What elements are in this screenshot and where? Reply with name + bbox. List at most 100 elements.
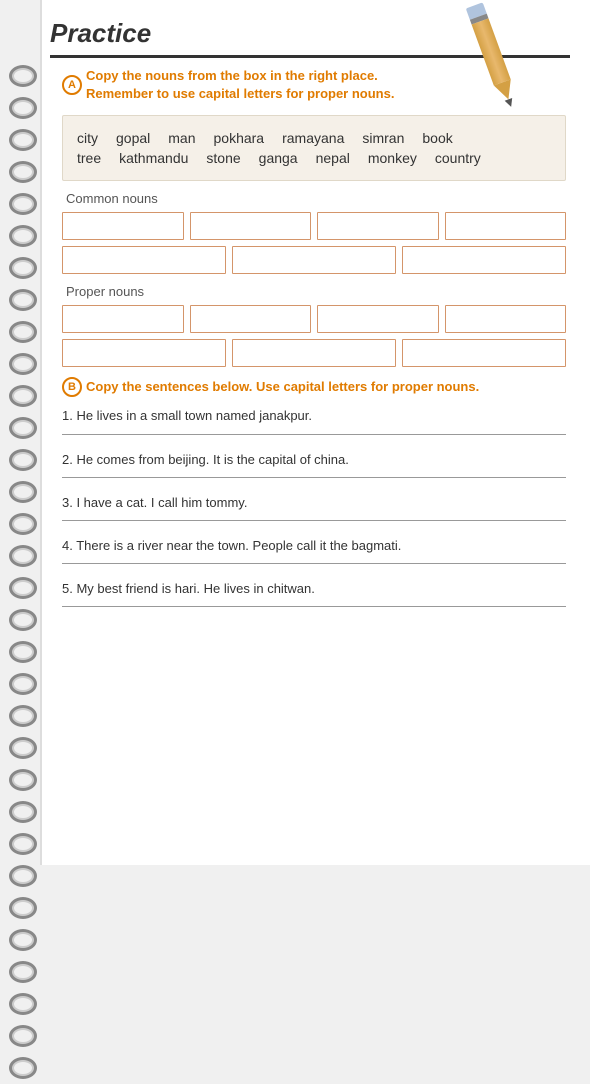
spiral-ring [9,289,37,311]
sentence-text-3: 3. I have a cat. I call him tommy. [62,494,566,512]
common-nouns-row2 [62,246,566,274]
common-nouns-title: Common nouns [66,191,566,206]
sentence-line-5 [62,606,566,607]
sentence-item-4: 4. There is a river near the town. Peopl… [62,537,566,564]
proper-nouns-row2 [62,339,566,367]
section-a: A Copy the nouns from the box in the rig… [62,67,566,367]
word-kathmandu: kathmandu [119,150,188,166]
main-content: A Copy the nouns from the box in the rig… [48,55,580,855]
word-gopal: gopal [116,130,150,146]
spiral-ring [9,129,37,151]
spiral-ring [9,865,37,887]
spiral-ring [9,641,37,663]
common-noun-input-3[interactable] [317,212,439,240]
word-nepal: nepal [316,150,350,166]
spiral-ring [9,737,37,759]
spiral-ring [9,673,37,695]
section-b-label: B Copy the sentences below. Use capital … [62,377,479,397]
spiral-ring [9,257,37,279]
word-man: man [168,130,195,146]
common-noun-input-6[interactable] [232,246,396,274]
section-a-label: A Copy the nouns from the box in the rig… [62,67,394,103]
spiral-ring [9,417,37,439]
spiral-ring [9,1057,37,1079]
spiral-ring [9,321,37,343]
spiral-binding [0,60,45,1084]
page-title: Practice [50,18,151,48]
common-noun-input-4[interactable] [445,212,567,240]
spiral-ring [9,97,37,119]
spiral-ring [9,65,37,87]
sentence-line-4 [62,563,566,564]
section-a-instruction-line2: Remember to use capital letters for prop… [86,85,394,103]
spiral-ring [9,353,37,375]
common-nouns-row1 [62,212,566,240]
word-book: book [422,130,452,146]
sentence-item-2: 2. He comes from beijing. It is the capi… [62,451,566,478]
common-noun-input-5[interactable] [62,246,226,274]
spiral-ring [9,801,37,823]
spiral-ring [9,513,37,535]
sentence-line-2 [62,477,566,478]
spiral-ring [9,993,37,1015]
section-a-instruction: Copy the nouns from the box in the right… [86,67,394,103]
sentence-item-5: 5. My best friend is hari. He lives in c… [62,580,566,607]
spiral-ring [9,577,37,599]
word-ramayana: ramayana [282,130,344,146]
word-tree: tree [77,150,101,166]
spiral-ring [9,833,37,855]
proper-noun-input-1[interactable] [62,305,184,333]
word-row-2: tree kathmandu stone ganga nepal monkey … [77,150,551,166]
proper-noun-input-4[interactable] [445,305,567,333]
spiral-ring [9,769,37,791]
section-b-instruction: Copy the sentences below. Use capital le… [86,378,479,396]
proper-noun-input-5[interactable] [62,339,226,367]
spiral-ring [9,481,37,503]
proper-noun-input-6[interactable] [232,339,396,367]
word-stone: stone [206,150,240,166]
proper-nouns-section: Proper nouns [62,284,566,367]
sentence-text-1: 1. He lives in a small town named janakp… [62,407,566,425]
spiral-ring [9,929,37,951]
sentences-list: 1. He lives in a small town named janakp… [62,407,566,607]
word-pokhara: pokhara [214,130,265,146]
spiral-ring [9,897,37,919]
word-country: country [435,150,481,166]
spiral-ring [9,385,37,407]
section-a-circle: A [62,75,82,95]
pencil-body [472,18,511,85]
word-simran: simran [362,130,404,146]
spiral-ring [9,449,37,471]
sentence-item-1: 1. He lives in a small town named janakp… [62,407,566,434]
spiral-ring [9,193,37,215]
spiral-ring [9,161,37,183]
word-box: city gopal man pokhara ramayana simran b… [62,115,566,181]
common-noun-input-2[interactable] [190,212,312,240]
spiral-ring [9,545,37,567]
proper-nouns-row1 [62,305,566,333]
common-noun-input-7[interactable] [402,246,566,274]
sentence-text-4: 4. There is a river near the town. Peopl… [62,537,566,555]
word-ganga: ganga [259,150,298,166]
proper-noun-input-2[interactable] [190,305,312,333]
sentence-line-1 [62,434,566,435]
sentence-text-2: 2. He comes from beijing. It is the capi… [62,451,566,469]
spiral-ring [9,1025,37,1047]
word-monkey: monkey [368,150,417,166]
spiral-ring [9,705,37,727]
spiral-ring [9,225,37,247]
word-row-1: city gopal man pokhara ramayana simran b… [77,130,551,146]
common-noun-input-1[interactable] [62,212,184,240]
sentence-text-5: 5. My best friend is hari. He lives in c… [62,580,566,598]
proper-nouns-title: Proper nouns [66,284,566,299]
sentence-item-3: 3. I have a cat. I call him tommy. [62,494,566,521]
section-a-instruction-line1: Copy the nouns from the box in the right… [86,67,394,85]
proper-noun-input-7[interactable] [402,339,566,367]
word-city: city [77,130,98,146]
section-b: B Copy the sentences below. Use capital … [62,377,566,607]
common-nouns-section: Common nouns [62,191,566,274]
section-b-circle: B [62,377,82,397]
sentence-line-3 [62,520,566,521]
proper-noun-input-3[interactable] [317,305,439,333]
spiral-ring [9,961,37,983]
